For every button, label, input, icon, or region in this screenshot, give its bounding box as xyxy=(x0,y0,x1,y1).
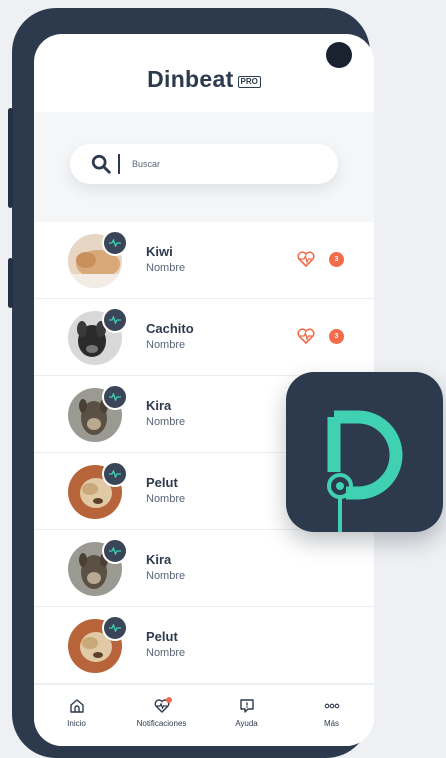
tab-ayuda[interactable]: Ayuda xyxy=(207,685,287,746)
app-icon xyxy=(286,372,443,532)
pet-row[interactable]: Kira Nombre xyxy=(34,530,374,607)
pulse-icon xyxy=(109,239,121,247)
heartbeat-badge xyxy=(102,538,128,564)
pulse-icon xyxy=(109,624,121,632)
heartbeat-badge xyxy=(102,615,128,641)
tab-label: Más xyxy=(323,719,340,728)
search-bar[interactable] xyxy=(70,144,338,184)
notification-dot xyxy=(165,697,172,703)
pro-badge: PRO xyxy=(237,75,261,88)
heartbeat-badge xyxy=(102,230,128,256)
pet-name: Kira xyxy=(146,398,172,413)
pet-subtitle: Nombre xyxy=(146,647,186,659)
avatar xyxy=(68,615,128,673)
tab-mas[interactable]: Más xyxy=(292,685,372,746)
pet-subtitle: Nombre xyxy=(146,416,186,428)
pulse-icon xyxy=(109,316,121,324)
app-logo: Dinbeat PRO xyxy=(34,66,374,93)
phone-side-button xyxy=(8,108,13,208)
pet-subtitle: Nombre xyxy=(146,339,186,351)
more-icon xyxy=(324,703,339,709)
pet-subtitle: Nombre xyxy=(146,262,186,274)
logo-text: Dinbeat xyxy=(147,66,234,92)
dinbeat-logo-icon xyxy=(327,410,403,532)
pulse-icon xyxy=(109,393,121,401)
alert-count-badge: 3 xyxy=(329,252,344,267)
tab-label: Ayuda xyxy=(235,719,258,728)
help-icon xyxy=(239,699,254,713)
tab-notificaciones[interactable]: Notificaciones xyxy=(122,685,202,746)
tab-label: Notificaciones xyxy=(136,719,187,728)
pet-name: Kiwi xyxy=(146,244,173,259)
tab-label: Inicio xyxy=(67,719,86,728)
pet-subtitle: Nombre xyxy=(146,570,186,582)
avatar xyxy=(68,307,128,365)
heartbeat-badge xyxy=(102,461,128,487)
avatar xyxy=(68,384,128,442)
pulse-icon xyxy=(109,470,121,478)
tab-inicio[interactable]: Inicio xyxy=(37,685,117,746)
heartbeat-badge xyxy=(102,307,128,333)
pet-name: Pelut xyxy=(146,629,178,644)
search-input[interactable] xyxy=(130,158,304,170)
pet-subtitle: Nombre xyxy=(146,493,186,505)
pet-row[interactable]: Kiwi Nombre 3 xyxy=(34,222,374,299)
alert-count-badge: 3 xyxy=(329,329,344,344)
heart-alert-icon[interactable] xyxy=(296,327,316,345)
notification-icon xyxy=(153,697,172,715)
bottom-tab-bar: Inicio Notificaciones Ayuda Más xyxy=(34,684,374,746)
phone-side-button xyxy=(8,258,13,308)
pet-row[interactable]: Cachito Nombre 3 xyxy=(34,299,374,376)
avatar xyxy=(68,461,128,519)
avatar xyxy=(68,538,128,596)
pet-name: Kira xyxy=(146,552,172,567)
search-area xyxy=(34,112,374,222)
avatar xyxy=(68,230,128,288)
search-icon[interactable] xyxy=(90,153,112,175)
heartbeat-badge xyxy=(102,384,128,410)
home-icon xyxy=(69,699,84,713)
pet-row[interactable]: Pelut Nombre xyxy=(34,607,374,684)
heart-alert-icon[interactable] xyxy=(296,250,316,268)
text-cursor xyxy=(118,154,120,174)
pet-name: Pelut xyxy=(146,475,178,490)
pet-name: Cachito xyxy=(146,321,194,336)
front-camera xyxy=(326,42,352,68)
pulse-icon xyxy=(109,547,121,555)
